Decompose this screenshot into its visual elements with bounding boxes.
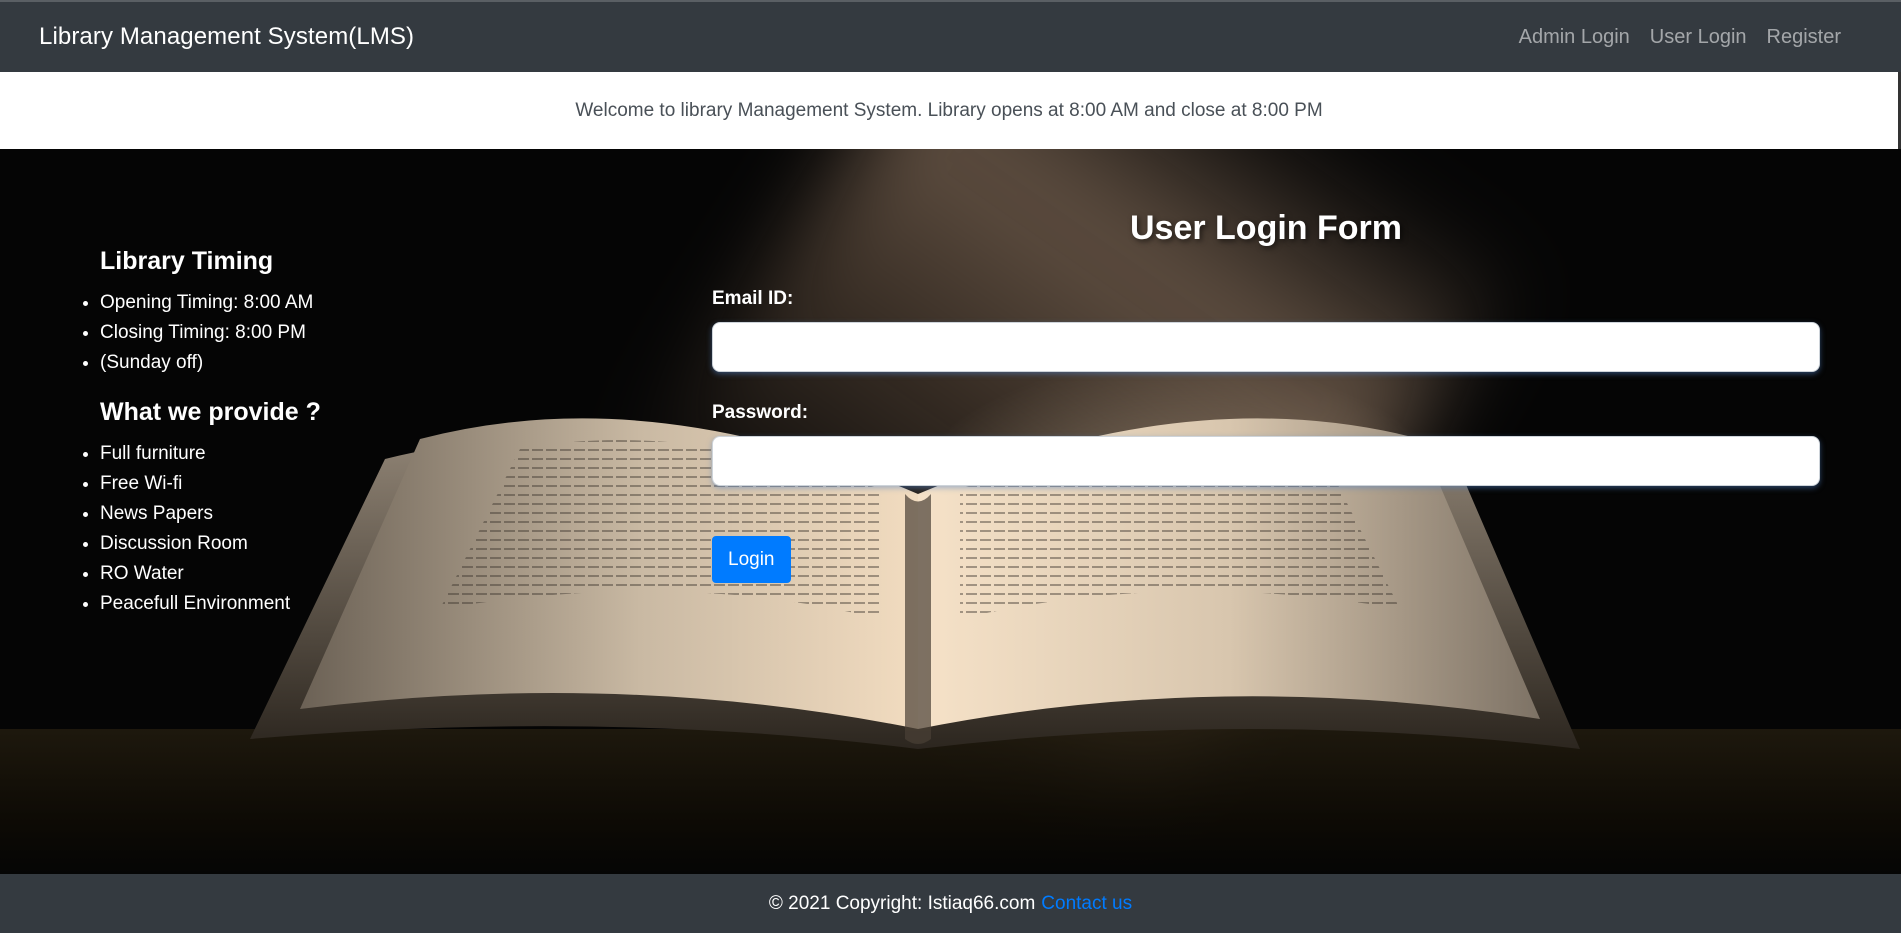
welcome-banner: Welcome to library Management System. Li… <box>0 72 1901 149</box>
nav-link-register[interactable]: Register <box>1757 26 1851 49</box>
user-login-form: User Login Form Email ID: Password: Logi… <box>712 209 1820 583</box>
nav-link-admin-login[interactable]: Admin Login <box>1509 26 1640 49</box>
provide-list: Full furniture Free Wi-fi News Papers Di… <box>80 439 321 619</box>
page: Library Management System(LMS) Admin Log… <box>0 0 1901 933</box>
login-button[interactable]: Login <box>712 536 791 583</box>
library-timing-heading: Library Timing <box>100 247 274 275</box>
list-item: Opening Timing: 8:00 AM <box>100 288 321 318</box>
library-info: Library Timing Opening Timing: 8:00 AM C… <box>100 247 321 639</box>
list-item: Discussion Room <box>100 529 321 559</box>
hero-section: Library Timing Opening Timing: 8:00 AM C… <box>0 149 1901 874</box>
list-item: Peacefull Environment <box>100 589 321 619</box>
contact-us-link[interactable]: Contact us <box>1041 893 1132 915</box>
list-item: (Sunday off) <box>100 348 321 378</box>
navbar-brand[interactable]: Library Management System(LMS) <box>39 23 414 51</box>
list-item: RO Water <box>100 559 321 589</box>
list-item: Closing Timing: 8:00 PM <box>100 318 321 348</box>
welcome-text: Welcome to library Management System. Li… <box>575 99 1323 121</box>
list-item: News Papers <box>100 499 321 529</box>
list-item: Full furniture <box>100 439 321 469</box>
password-field[interactable] <box>712 436 1820 486</box>
password-label: Password: <box>712 402 809 423</box>
library-timing-list: Opening Timing: 8:00 AM Closing Timing: … <box>80 288 321 378</box>
provide-heading: What we provide ? <box>100 398 321 426</box>
email-field[interactable] <box>712 322 1820 372</box>
nav-link-user-login[interactable]: User Login <box>1640 26 1757 49</box>
email-label: Email ID: <box>712 288 794 309</box>
navbar: Library Management System(LMS) Admin Log… <box>0 0 1901 72</box>
list-item: Free Wi-fi <box>100 469 321 499</box>
form-title: User Login Form <box>1129 209 1403 247</box>
copyright-text: © 2021 Copyright: Istiaq66.com <box>768 892 1036 914</box>
footer: © 2021 Copyright: Istiaq66.com Contact u… <box>0 874 1901 933</box>
navbar-links: Admin Login User Login Register <box>1509 26 1851 49</box>
